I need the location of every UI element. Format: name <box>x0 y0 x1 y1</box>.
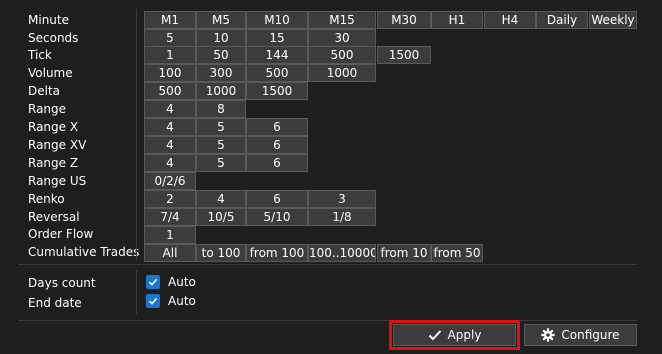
cumulative-button-from-100[interactable]: from 100 <box>246 244 308 262</box>
range-z-button-5[interactable]: 5 <box>196 154 246 172</box>
interval-button-m10[interactable]: M10 <box>246 11 308 29</box>
configure-button[interactable]: Configure <box>524 324 637 346</box>
row-label-cumulative-trades: Cumulative Trades <box>28 245 140 259</box>
row-label-reversal: Reversal <box>28 210 80 224</box>
seconds-button-5[interactable]: 5 <box>144 29 196 47</box>
checkmark-icon <box>148 297 158 305</box>
tick-button-500[interactable]: 500 <box>308 46 376 64</box>
cumulative-button-from-10[interactable]: from 10 <box>377 244 431 262</box>
vertical-divider <box>136 9 137 261</box>
interval-button-m5[interactable]: M5 <box>196 11 246 29</box>
range-xv-button-4[interactable]: 4 <box>144 136 196 154</box>
row-label-delta: Delta <box>28 84 61 98</box>
apply-label: Apply <box>447 328 482 342</box>
range-x-button-5[interactable]: 5 <box>196 118 246 136</box>
volume-button-1000[interactable]: 1000 <box>308 64 376 82</box>
row-label-tick: Tick <box>28 48 52 62</box>
reversal-button-1-8[interactable]: 1/8 <box>308 208 376 226</box>
gear-icon <box>541 328 556 342</box>
range-xv-button-5[interactable]: 5 <box>196 136 246 154</box>
interval-button-m1[interactable]: M1 <box>144 11 196 29</box>
vertical-divider <box>136 270 137 314</box>
row-label-range: Range <box>28 102 67 116</box>
end-date-auto-checkbox[interactable] <box>146 294 160 308</box>
interval-button-daily[interactable]: Daily <box>536 11 588 29</box>
row-label-order-flow: Order Flow <box>28 227 94 241</box>
days-count-auto-checkbox[interactable] <box>146 275 160 289</box>
renko-button-3[interactable]: 3 <box>308 190 376 208</box>
cumulative-button-from-50[interactable]: from 50 <box>431 244 483 262</box>
delta-button-1000[interactable]: 1000 <box>196 82 246 100</box>
reversal-button-5-10[interactable]: 5/10 <box>246 208 308 226</box>
delta-button-500[interactable]: 500 <box>144 82 196 100</box>
checkmark-icon <box>428 330 441 341</box>
seconds-button-15[interactable]: 15 <box>246 29 308 47</box>
volume-button-100[interactable]: 100 <box>144 64 196 82</box>
range-x-button-6[interactable]: 6 <box>246 118 308 136</box>
row-label-range-z: Range Z <box>28 156 79 170</box>
end-date-label: End date <box>28 296 82 310</box>
row-label-range-us: Range US <box>28 174 87 188</box>
days-count-auto-label: Auto <box>168 275 196 289</box>
row-label-seconds: Seconds <box>28 31 79 45</box>
volume-button-500[interactable]: 500 <box>246 64 308 82</box>
horizontal-divider <box>18 320 637 321</box>
interval-button-m30[interactable]: M30 <box>377 11 431 29</box>
reversal-button-7-4[interactable]: 7/4 <box>144 208 196 226</box>
end-date-auto-label: Auto <box>168 294 196 308</box>
tick-button-1[interactable]: 1 <box>144 46 196 64</box>
row-label-range-x: Range X <box>28 120 79 134</box>
range-us-button-0-2-6[interactable]: 0/2/6 <box>144 172 196 190</box>
renko-button-4[interactable]: 4 <box>196 190 246 208</box>
order-flow-button-1[interactable]: 1 <box>144 226 196 244</box>
cumulative-button-100-10000[interactable]: 100..10000 <box>308 244 376 262</box>
range-z-button-6[interactable]: 6 <box>246 154 308 172</box>
days-count-label: Days count <box>28 276 96 290</box>
row-label-minute: Minute <box>28 13 69 27</box>
range-z-button-4[interactable]: 4 <box>144 154 196 172</box>
cumulative-button-to-100[interactable]: to 100 <box>196 244 246 262</box>
volume-button-300[interactable]: 300 <box>196 64 246 82</box>
renko-button-6[interactable]: 6 <box>246 190 308 208</box>
cumulative-button-all[interactable]: All <box>144 244 196 262</box>
range-button-8[interactable]: 8 <box>196 100 246 118</box>
checkmark-icon <box>148 278 158 286</box>
renko-button-2[interactable]: 2 <box>144 190 196 208</box>
row-label-renko: Renko <box>28 192 65 206</box>
tick-button-144[interactable]: 144 <box>246 46 308 64</box>
horizontal-divider <box>18 264 637 265</box>
reversal-button-10-5[interactable]: 10/5 <box>196 208 246 226</box>
delta-button-1500[interactable]: 1500 <box>246 82 308 100</box>
interval-button-h4[interactable]: H4 <box>484 11 536 29</box>
range-x-button-4[interactable]: 4 <box>144 118 196 136</box>
row-label-range-xv: Range XV <box>28 138 87 152</box>
tick-button-50[interactable]: 50 <box>196 46 246 64</box>
seconds-button-30[interactable]: 30 <box>308 29 376 47</box>
configure-label: Configure <box>561 328 620 342</box>
interval-button-h1[interactable]: H1 <box>431 11 483 29</box>
seconds-button-10[interactable]: 10 <box>196 29 246 47</box>
tick-button-1500[interactable]: 1500 <box>377 46 431 64</box>
range-button-4[interactable]: 4 <box>144 100 196 118</box>
interval-button-weekly[interactable]: Weekly <box>589 11 637 29</box>
apply-button[interactable]: Apply <box>393 324 516 346</box>
interval-button-m15[interactable]: M15 <box>308 11 376 29</box>
range-xv-button-6[interactable]: 6 <box>246 136 308 154</box>
row-label-volume: Volume <box>28 66 73 80</box>
